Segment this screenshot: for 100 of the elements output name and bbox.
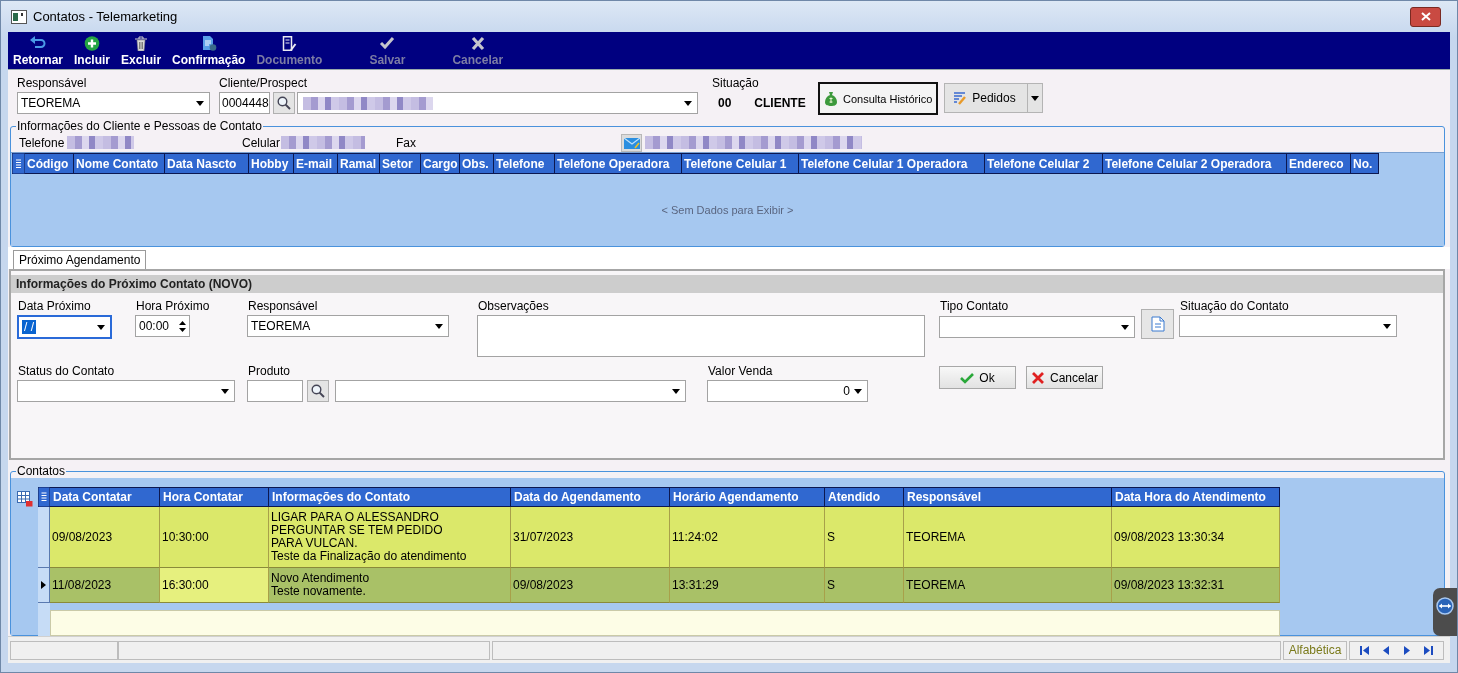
column-header[interactable]: Cargo — [421, 153, 460, 174]
column-header[interactable]: Data do Agendamento — [511, 487, 670, 507]
column-header[interactable]: E-mail — [294, 153, 338, 174]
table-icon — [16, 491, 33, 507]
caret-icon — [1121, 324, 1129, 330]
section-header: Informações do Próximo Contato (NOVO) — [11, 275, 1443, 293]
time-field[interactable]: 00:00 — [135, 315, 190, 337]
list-icon — [38, 487, 50, 507]
delete-button[interactable]: Excluir — [117, 32, 166, 69]
form-button[interactable] — [1141, 309, 1174, 339]
history-button[interactable]: Consulta Histórico — [818, 82, 939, 115]
return-arrow-icon — [30, 36, 46, 51]
column-header[interactable]: Telefone — [494, 153, 555, 174]
dropdown[interactable] — [939, 316, 1135, 338]
field-label: Situação — [712, 76, 759, 90]
field-label: Responsável — [17, 76, 87, 90]
table-cell: Novo Atendimento Teste novamente. — [269, 568, 511, 603]
dropdown[interactable] — [1179, 315, 1397, 337]
column-header[interactable]: Hobby — [249, 153, 294, 174]
caret-icon — [1383, 323, 1391, 329]
field-label: Valor Venda — [707, 364, 773, 378]
search-button[interactable] — [307, 380, 329, 402]
column-header[interactable]: Hora Contatar — [160, 487, 269, 507]
column-header[interactable]: No. — [1351, 153, 1379, 174]
check-icon — [960, 371, 975, 384]
email-button[interactable] — [621, 133, 642, 152]
column-header[interactable]: Telefone Celular 1 — [682, 153, 799, 174]
orders-button[interactable]: Pedidos — [944, 83, 1029, 113]
value-dropdown[interactable]: 0 — [707, 380, 868, 402]
field-label: Produto — [247, 364, 291, 378]
field-label: Telefone — [19, 135, 65, 150]
column-header[interactable]: Endereco — [1287, 153, 1351, 174]
check-icon — [379, 36, 396, 51]
add-button[interactable]: Incluir — [70, 32, 115, 69]
cancel-button[interactable]: Cancelar — [1026, 366, 1103, 389]
table-cell: 11/08/2023 — [50, 568, 160, 603]
table-cell: 10:30:00 — [160, 507, 269, 568]
arrows-circle-icon — [1436, 597, 1454, 615]
search-button[interactable] — [273, 92, 295, 114]
dropdown[interactable] — [17, 380, 235, 402]
column-header[interactable]: Horário Agendamento — [670, 487, 825, 507]
table-cell: S — [825, 568, 904, 603]
status-code: 00 — [718, 96, 732, 110]
caret-icon — [196, 100, 204, 106]
column-header[interactable]: Ramal — [338, 153, 380, 174]
form-icon — [1150, 316, 1165, 332]
confirm-button[interactable]: Confirmação — [168, 32, 250, 69]
caret-icon — [97, 324, 105, 330]
column-header[interactable]: Telefone Celular 2 Operadora — [1103, 153, 1287, 174]
field-label: Responsável — [247, 299, 318, 313]
notes-field[interactable] — [477, 315, 925, 357]
column-header[interactable]: Telefone Celular 2 — [985, 153, 1103, 174]
column-header[interactable]: Informações do Contato — [269, 487, 511, 507]
dropdown[interactable] — [335, 380, 686, 402]
table-cell: LIGAR PARA O ALESSANDRO PERGUNTAR SE TEM PEDIDO PARA VULCAN. Teste da Finalização do atendimento — [269, 507, 511, 568]
column-header[interactable]: Nome Contato — [74, 153, 165, 174]
table-cell: 11:24:02 — [670, 507, 825, 568]
sort-order-label: Alfabética — [1283, 640, 1347, 660]
skip-first-icon — [1359, 645, 1370, 655]
table-cell: 09/08/2023 — [50, 507, 160, 568]
field-label: Cliente/Prospect — [219, 76, 308, 90]
caret-icon — [672, 388, 680, 394]
group-title: Informações do Cliente e Pessoas de Contato — [16, 120, 263, 133]
column-header[interactable]: Data Hora do Atendimento — [1112, 487, 1280, 507]
ok-button[interactable]: Ok — [939, 366, 1016, 389]
table-cell: 09/08/2023 — [511, 568, 670, 603]
table-cell: 13:31:29 — [670, 568, 825, 603]
responsible-dropdown[interactable]: TEOREMA — [17, 92, 210, 114]
empty-message: < Sem Dados para Exibir > — [661, 204, 794, 216]
tab[interactable]: Próximo Agendamento — [13, 250, 147, 269]
column-header[interactable]: Telefone Operadora — [555, 153, 682, 174]
table-cell: TEOREMA — [904, 568, 1112, 603]
field-label: Fax — [396, 135, 416, 150]
column-header[interactable]: Obs. — [460, 153, 494, 174]
client-code-field[interactable]: 0004448 — [219, 92, 270, 114]
new-row-field[interactable] — [50, 610, 1280, 636]
column-header[interactable]: Data Nascto — [165, 153, 249, 174]
column-header[interactable]: Responsável — [904, 487, 1112, 507]
trash-bin-icon — [133, 36, 150, 51]
column-header[interactable]: Atendido — [825, 487, 904, 507]
row-header[interactable] — [38, 568, 50, 603]
close-button[interactable] — [1410, 6, 1441, 27]
envelope-icon — [623, 136, 640, 149]
date-field[interactable]: / / — [17, 315, 112, 339]
return-button[interactable]: Retornar — [9, 32, 67, 69]
close-icon — [1420, 12, 1431, 21]
caret-icon — [684, 100, 692, 106]
triangle-left-icon — [1380, 645, 1391, 655]
money-bag-icon — [824, 91, 838, 106]
column-header[interactable]: Telefone Celular 1 Operadora — [799, 153, 985, 174]
field-label: Status do Contato — [17, 364, 115, 378]
side-panel-handle[interactable] — [1433, 588, 1457, 636]
status-value: CLIENTE — [754, 96, 806, 110]
code-field[interactable] — [247, 380, 303, 402]
column-header[interactable]: Setor — [380, 153, 421, 174]
caret-icon — [435, 323, 443, 329]
dropdown-button[interactable] — [1028, 83, 1044, 113]
cross-icon — [1031, 371, 1045, 384]
dropdown[interactable]: TEOREMA — [247, 315, 449, 337]
spinner-icon — [179, 319, 186, 333]
